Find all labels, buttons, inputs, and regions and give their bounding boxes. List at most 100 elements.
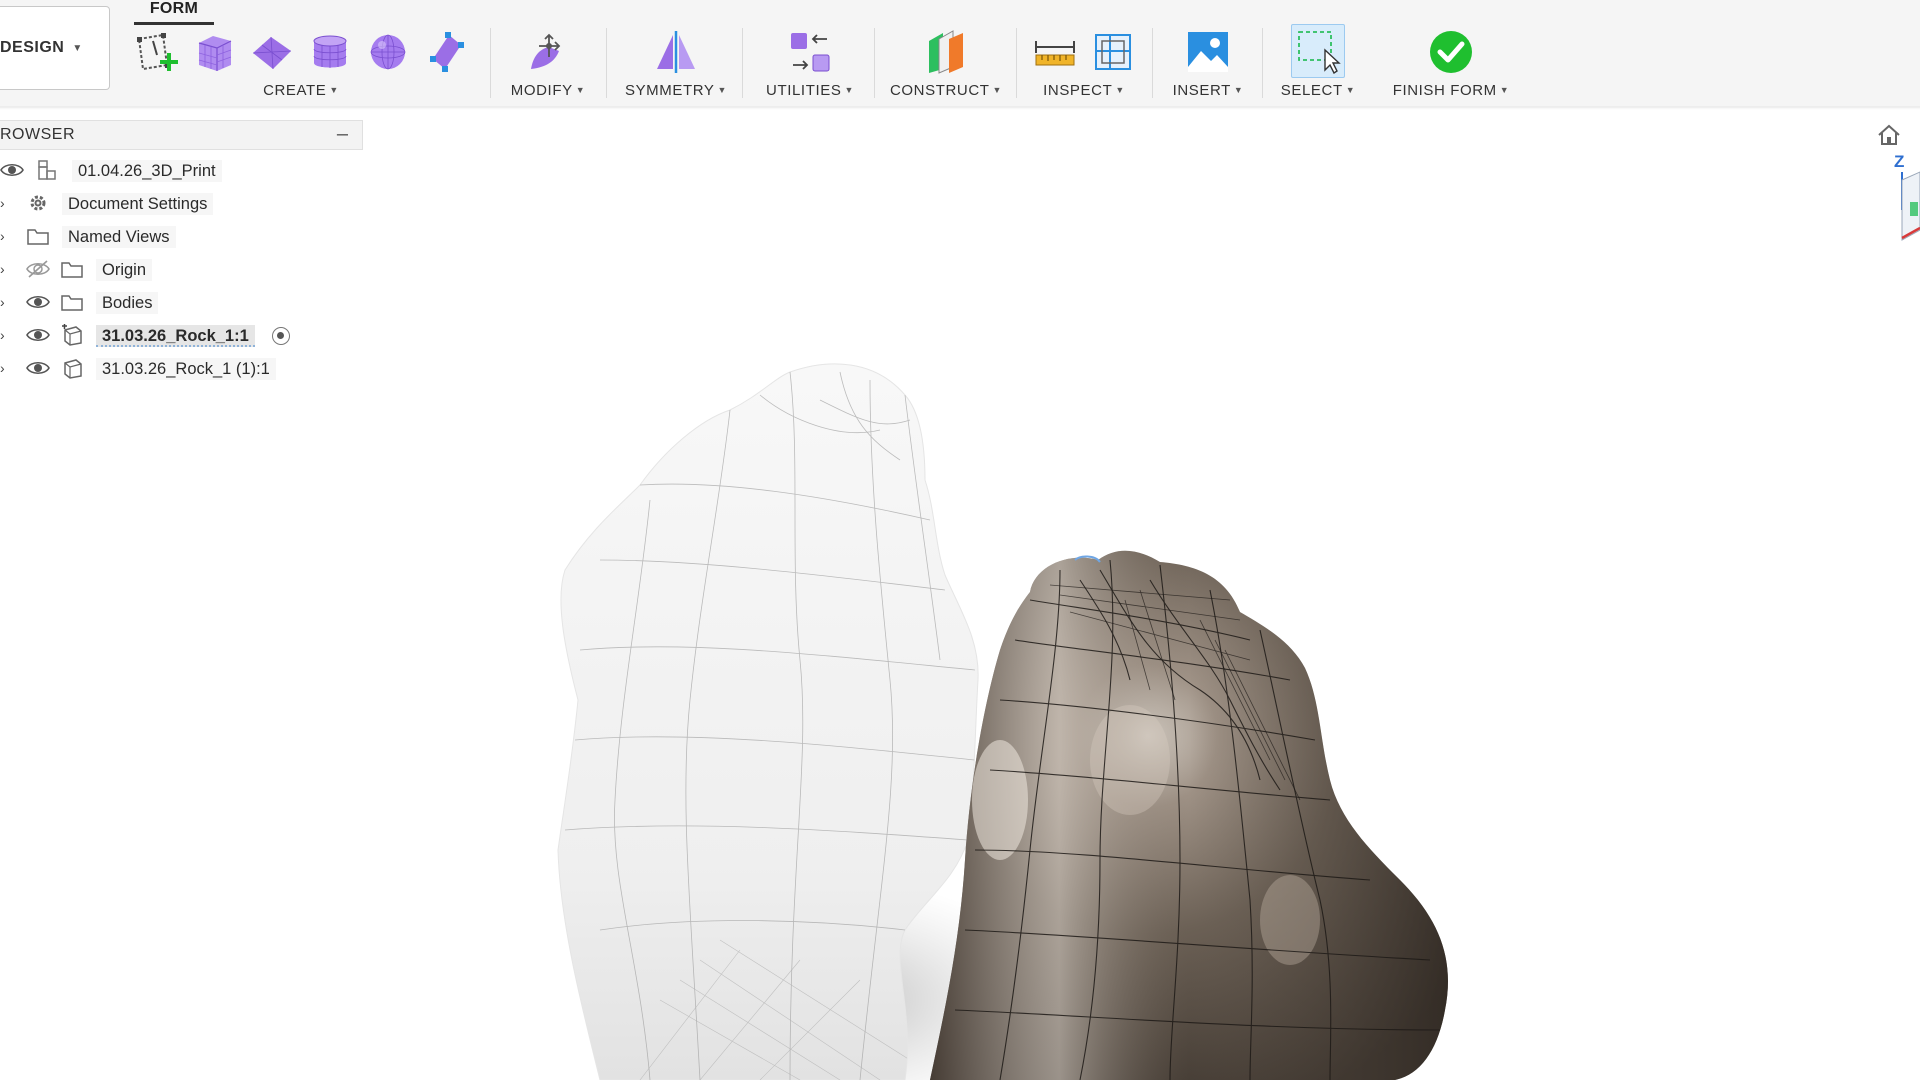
- tree-row-rock-active[interactable]: › 31.03.26_Rock_1:1: [0, 320, 300, 350]
- component-icon: [36, 159, 60, 181]
- inspect-menu[interactable]: INSPECT ▼: [1022, 82, 1146, 99]
- eye-hidden-icon[interactable]: [26, 259, 50, 279]
- insert-image-icon[interactable]: [1184, 28, 1232, 76]
- chevron-down-icon: ▼: [992, 85, 1003, 95]
- browser-panel: ROWSER – 01.04.26_3D_Print › Document Se…: [0, 120, 365, 390]
- tree-label: Origin: [96, 259, 153, 281]
- tree-row-root[interactable]: 01.04.26_3D_Print: [0, 155, 260, 185]
- component-icon: [60, 357, 84, 379]
- tree-row-bodies[interactable]: › Bodies: [0, 287, 260, 317]
- activate-radio[interactable]: [272, 327, 290, 345]
- viewcube[interactable]: Z: [1880, 150, 1920, 250]
- chevron-down-icon: ▼: [1499, 85, 1510, 95]
- folder-icon: [26, 225, 50, 247]
- separator: [742, 28, 743, 98]
- edit-form-icon[interactable]: [524, 28, 572, 76]
- folder-icon: [60, 258, 84, 280]
- separator: [490, 28, 491, 98]
- measure-icon[interactable]: [1031, 28, 1079, 76]
- mirror-icon[interactable]: [652, 28, 700, 76]
- section-analysis-icon[interactable]: [1089, 28, 1137, 76]
- gear-icon: [26, 192, 50, 214]
- separator: [1152, 28, 1153, 98]
- chevron-down-icon: ▼: [844, 85, 854, 95]
- workspace-label: DESIGN: [0, 39, 65, 56]
- select-menu[interactable]: SELECT ▼: [1268, 82, 1368, 99]
- tree-row-named-views[interactable]: › Named Views: [0, 221, 260, 251]
- insert-label: INSERT: [1172, 82, 1231, 99]
- checkmark-icon[interactable]: [1427, 28, 1475, 76]
- eye-icon[interactable]: [0, 160, 24, 180]
- inspect-group: INSPECT ▼: [1022, 20, 1146, 106]
- construct-group: CONSTRUCT ▼: [880, 20, 1012, 106]
- symmetry-menu[interactable]: SYMMETRY ▼: [612, 82, 740, 99]
- modify-menu[interactable]: MODIFY ▼: [496, 82, 600, 99]
- finish-form-group: FINISH FORM ▼: [1380, 20, 1522, 106]
- browser-title: ROWSER: [0, 126, 75, 143]
- tree-label: Named Views: [62, 226, 176, 248]
- chevron-right-icon[interactable]: ›: [0, 227, 12, 245]
- face-icon[interactable]: [422, 28, 470, 76]
- tree-row-origin[interactable]: › Origin: [0, 254, 260, 284]
- eye-icon[interactable]: [26, 292, 50, 312]
- eye-icon[interactable]: [26, 325, 50, 345]
- tab-form-label: FORM: [149, 0, 199, 17]
- tree-label: Document Settings: [62, 193, 214, 215]
- tree-label: 01.04.26_3D_Print: [72, 160, 222, 182]
- window-select-icon[interactable]: [1291, 24, 1345, 78]
- plane-icon[interactable]: [248, 28, 296, 76]
- select-label: SELECT: [1280, 82, 1343, 99]
- rock-body: [930, 550, 1448, 1080]
- chevron-down-icon: ▼: [1345, 85, 1356, 95]
- construct-menu[interactable]: CONSTRUCT ▼: [880, 82, 1012, 99]
- cylinder-icon[interactable]: [306, 28, 354, 76]
- tree-label: 31.03.26_Rock_1:1: [96, 325, 255, 347]
- select-group: SELECT ▼: [1268, 20, 1368, 106]
- separator: [1262, 28, 1263, 98]
- toolbar: DESIGN ▼ FORM CREATE ▼ MODIFY ▼ SYMMETRY…: [0, 0, 1920, 110]
- chevron-down-icon: ▼: [717, 85, 728, 95]
- separator: [606, 28, 607, 98]
- chevron-right-icon[interactable]: ›: [0, 293, 12, 311]
- folder-icon: [60, 291, 84, 313]
- tree-label: Bodies: [96, 292, 159, 314]
- chevron-down-icon: ▼: [329, 85, 339, 95]
- create-label: CREATE: [263, 82, 327, 99]
- chevron-down-icon: ▼: [1115, 85, 1125, 95]
- chevron-right-icon[interactable]: ›: [0, 326, 12, 344]
- inspect-label: INSPECT: [1043, 82, 1113, 99]
- tree-row-rock-copy[interactable]: › 31.03.26_Rock_1 (1):1: [0, 353, 300, 383]
- chevron-right-icon[interactable]: ›: [0, 260, 12, 278]
- utilities-menu[interactable]: UTILITIES ▼: [748, 82, 872, 99]
- minimize-icon[interactable]: –: [337, 123, 348, 146]
- chevron-right-icon[interactable]: ›: [0, 359, 12, 377]
- finish-form-menu[interactable]: FINISH FORM ▼: [1380, 82, 1522, 99]
- sphere-icon[interactable]: [364, 28, 412, 76]
- create-sketch-icon[interactable]: [132, 28, 180, 76]
- toolbar-shadow: [0, 106, 1920, 110]
- convert-icon[interactable]: [786, 28, 834, 76]
- separator: [874, 28, 875, 98]
- finish-form-label: FINISH FORM: [1392, 82, 1497, 99]
- tree-row-document-settings[interactable]: › Document Settings: [0, 188, 260, 218]
- modify-group: MODIFY ▼: [496, 20, 600, 106]
- workspace-switcher[interactable]: DESIGN ▼: [0, 6, 110, 90]
- eye-icon[interactable]: [26, 358, 50, 378]
- component-icon: [60, 324, 84, 346]
- app-window: DESIGN ▼ FORM CREATE ▼ MODIFY ▼ SYMMETRY…: [0, 0, 1920, 1080]
- construct-plane-icon[interactable]: [922, 28, 970, 76]
- symmetry-label: SYMMETRY: [624, 82, 715, 99]
- chevron-down-icon: ▼: [72, 42, 83, 54]
- chevron-down-icon: ▼: [575, 85, 586, 95]
- chevron-right-icon[interactable]: ›: [0, 194, 12, 212]
- create-group: CREATE ▼: [128, 20, 474, 106]
- separator: [1016, 28, 1017, 98]
- box-icon[interactable]: [190, 28, 238, 76]
- construct-label: CONSTRUCT: [889, 82, 990, 99]
- utilities-group: UTILITIES ▼: [748, 20, 872, 106]
- create-menu[interactable]: CREATE ▼: [128, 82, 474, 99]
- utilities-label: UTILITIES: [766, 82, 842, 99]
- modify-label: MODIFY: [510, 82, 573, 99]
- home-view-icon[interactable]: [1876, 122, 1902, 148]
- insert-menu[interactable]: INSERT ▼: [1158, 82, 1258, 99]
